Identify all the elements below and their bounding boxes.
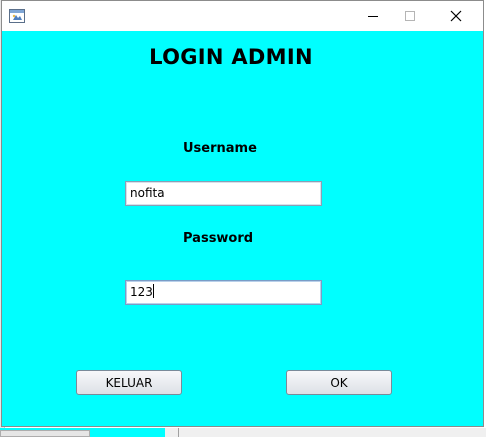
background-gray-control (0, 430, 90, 437)
password-field[interactable]: 123 (125, 280, 322, 305)
login-window: LOGIN ADMIN Username nofita Password 123… (1, 0, 484, 427)
java-window-icon[interactable] (9, 8, 25, 24)
maximize-button[interactable] (388, 1, 432, 30)
username-label: Username (183, 141, 257, 156)
password-value: 123 (130, 285, 153, 299)
title-bar[interactable] (2, 1, 483, 31)
exit-button[interactable]: KELUAR (76, 370, 182, 395)
page-title: LOGIN ADMIN (149, 45, 313, 69)
background-separator (178, 428, 179, 437)
background-window-bottom (0, 428, 486, 437)
close-button[interactable] (434, 1, 478, 30)
username-value: nofita (130, 186, 165, 200)
login-panel: LOGIN ADMIN Username nofita Password 123… (2, 31, 483, 426)
username-field[interactable]: nofita (125, 181, 322, 206)
ok-button[interactable]: OK (286, 370, 392, 395)
maximize-icon (405, 10, 415, 21)
password-label: Password (183, 231, 254, 246)
close-icon (450, 10, 462, 21)
text-caret (152, 284, 154, 298)
minimize-icon (368, 15, 378, 17)
